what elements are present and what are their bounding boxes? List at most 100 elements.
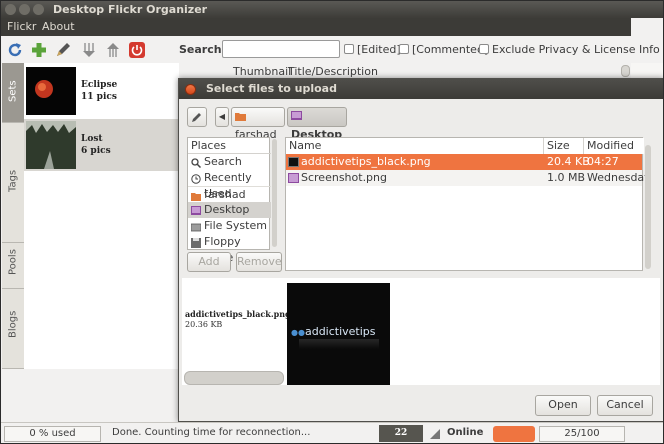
photo-table-header: Thumbnail Title/Description (179, 63, 631, 79)
set-item-eclipse[interactable]: Eclipse 11 pics (24, 65, 179, 117)
preview-filesize: 20.36 KB (185, 320, 223, 329)
usage-indicator: 0 % used (4, 426, 101, 442)
place-recently-used[interactable]: Recently Used (188, 170, 271, 200)
remove-place-button[interactable]: Remove (236, 252, 282, 272)
type-path-button[interactable] (187, 107, 207, 127)
preview-scrollbar[interactable] (184, 371, 284, 385)
add-place-button[interactable]: Add (187, 252, 231, 272)
commented-checkbox[interactable] (399, 44, 409, 54)
file-name: Screenshot.png (301, 171, 387, 184)
menu-about[interactable]: About (42, 18, 75, 36)
close-window-icon[interactable] (5, 4, 16, 15)
path-button-desktop[interactable]: Desktop (287, 107, 347, 141)
eclipse-thumbnail (26, 67, 76, 115)
desktop-folder-icon (291, 111, 302, 120)
window-title: Desktop Flickr Organizer (53, 3, 208, 16)
maximize-window-icon[interactable] (33, 4, 44, 15)
left-arrow-icon: ◀ (218, 112, 226, 121)
place-floppy-drive[interactable]: Floppy Drive (188, 234, 271, 264)
download-icon[interactable] (80, 41, 98, 59)
search-label: Search: (179, 43, 226, 56)
place-farshad[interactable]: farshad (188, 186, 271, 202)
home-folder-icon (235, 113, 246, 121)
home-folder-icon (191, 190, 201, 201)
edited-checkbox[interactable] (344, 44, 354, 54)
edit-icon[interactable] (54, 41, 72, 59)
places-scrollbar[interactable] (272, 139, 277, 247)
title-bar: Desktop Flickr Organizer (1, 1, 663, 18)
lost-thumbnail (26, 121, 76, 169)
search-input[interactable] (222, 40, 340, 58)
minimize-window-icon[interactable] (19, 4, 30, 15)
place-file-system[interactable]: File System (188, 218, 271, 234)
photo-table-scrollbar[interactable] (621, 65, 630, 77)
set-count: 6 pics (81, 146, 111, 156)
tab-pools[interactable]: Pools (2, 243, 24, 289)
set-list: Eclipse 11 pics Lost 6 pics (24, 63, 179, 369)
hard-drive-icon (190, 221, 202, 232)
column-modified[interactable]: Modified (584, 138, 644, 154)
file-row[interactable]: Screenshot.png 1.0 MB Wednesday (286, 170, 651, 186)
file-size: 20.4 KB (547, 155, 590, 168)
commented-label: [Commented] (412, 43, 489, 56)
image-file-icon (288, 157, 299, 167)
column-thumbnail[interactable]: Thumbnail (233, 65, 291, 78)
pencil-icon (192, 113, 201, 122)
status-bar: 0 % used Done. Counting time for reconne… (1, 422, 663, 443)
places-header[interactable]: Places (188, 138, 271, 154)
place-desktop[interactable]: Desktop (188, 202, 271, 218)
search-icon (191, 157, 202, 169)
preview-filename: addictivetips_black.png (185, 309, 291, 319)
network-icon (430, 429, 440, 439)
open-button[interactable]: Open (535, 395, 591, 416)
upload-dialog: Select files to upload ◀ farshad Desktop… (178, 78, 663, 422)
upload-quota: 25/100 (539, 426, 625, 442)
refresh-icon[interactable] (6, 41, 24, 59)
floppy-icon (191, 237, 201, 248)
desktop-folder-icon (191, 205, 201, 215)
file-modified: 04:27 (587, 155, 619, 168)
tab-blogs[interactable]: Blogs (2, 289, 24, 369)
menu-bar: Flickr About (1, 18, 631, 36)
file-size: 1.0 MB (547, 171, 586, 184)
app-window: Desktop Flickr Organizer Flickr About Se… (0, 0, 664, 444)
column-size[interactable]: Size (544, 138, 584, 154)
preview-area: addictivetips_black.png 20.36 KB ●●addic… (182, 278, 660, 385)
path-button-farshad[interactable]: farshad (231, 107, 285, 141)
cancel-button[interactable]: Cancel (597, 395, 653, 416)
file-modified: Wednesday (587, 171, 651, 184)
preview-logo: ●●addictivetips (291, 325, 376, 338)
tab-sets[interactable]: Sets (2, 63, 24, 123)
close-dialog-icon[interactable] (185, 84, 196, 95)
set-item-lost[interactable]: Lost 6 pics (24, 119, 179, 171)
column-title-description[interactable]: Title/Description (288, 65, 378, 78)
set-count: 11 pics (81, 92, 117, 102)
clock-icon (191, 173, 201, 184)
photo-count-badge: 22 photos (379, 425, 423, 442)
path-back-button[interactable]: ◀ (215, 107, 229, 127)
places-panel: Places Search Recently Used farshad Desk… (187, 137, 271, 264)
file-row[interactable]: addictivetips_black.png 20.4 KB 04:27 (286, 154, 642, 170)
logo-reflection (299, 339, 379, 349)
set-name: Eclipse (81, 80, 118, 90)
online-status: Online (447, 427, 484, 438)
preview-image: ●●addictivetips (287, 283, 390, 385)
edited-label: [Edited] (357, 43, 401, 56)
exclude-privacy-label: Exclude Privacy & License Info (492, 43, 660, 56)
file-name: addictivetips_black.png (301, 155, 431, 168)
tab-tags[interactable]: Tags (2, 123, 24, 243)
place-search[interactable]: Search (188, 154, 271, 170)
column-name[interactable]: Name (286, 138, 544, 154)
upload-progress-bar (493, 426, 535, 442)
side-tabs: Sets Tags Pools Blogs (2, 63, 24, 369)
exclude-privacy-checkbox[interactable] (479, 44, 489, 54)
file-list-scrollbar[interactable] (645, 145, 651, 269)
add-icon[interactable] (30, 41, 48, 59)
set-name: Lost (81, 134, 103, 144)
menu-flickr[interactable]: Flickr (7, 18, 36, 36)
power-icon[interactable] (128, 41, 146, 59)
dialog-title: Select files to upload (206, 82, 337, 95)
upload-icon[interactable] (104, 41, 122, 59)
image-file-icon (288, 173, 299, 183)
file-list: Name Size Modified addictivetips_black.p… (285, 137, 651, 271)
